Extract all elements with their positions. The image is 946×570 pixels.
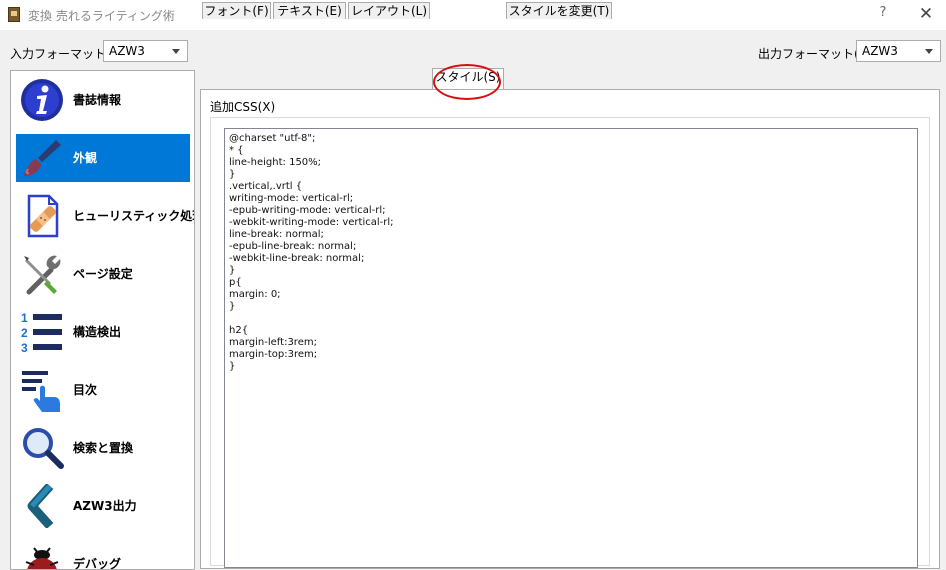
highlight-circle [433, 64, 501, 100]
sidebar-item-label: 構造検出 [73, 325, 122, 339]
extra-css-editor[interactable]: @charset "utf-8"; * {line-height: 150%;}.… [224, 128, 918, 568]
input-format-select[interactable]: AZW3 [103, 40, 188, 62]
title-bar: 変換 売れるライティング術 ? ✕ [0, 0, 946, 30]
magnifier-icon [23, 428, 64, 469]
css-line: p{ [229, 277, 242, 288]
css-line: margin-left:3rem; [229, 337, 317, 348]
sidebar-item-label: ページ設定 [73, 267, 133, 281]
sidebar-item-search-replace[interactable]: 検索と置換 [16, 424, 190, 472]
sidebar-item-label: 検索と置換 [73, 441, 134, 455]
css-line: -webkit-writing-mode: vertical-rl; [229, 217, 394, 228]
book-icon [8, 7, 20, 22]
bandage-document-icon [27, 194, 59, 238]
output-format-value: AZW3 [862, 44, 898, 58]
tab-text[interactable]: テキスト(E) [273, 2, 346, 19]
css-line: -webkit-line-break: normal; [229, 253, 365, 264]
chevron-down-icon [925, 49, 933, 54]
tab-layout[interactable]: レイアウト(L) [348, 2, 430, 19]
sidebar-item-azw3-output[interactable]: AZW3出力 [16, 482, 190, 530]
input-format-value: AZW3 [109, 44, 145, 58]
tab-transform-styles[interactable]: スタイルを変更(T) [506, 2, 612, 19]
sidebar-item-label: 書誌情報 [73, 93, 122, 107]
info-icon [21, 79, 63, 121]
css-line: h2{ [229, 325, 249, 336]
paintbrush-icon [24, 140, 61, 177]
css-line: line-height: 150%; [229, 157, 322, 168]
css-line: } [229, 361, 236, 372]
css-line: writing-mode: vertical-rl; [229, 193, 354, 204]
numbered-list-icon: 1 2 3 [21, 311, 62, 354]
css-line: .vertical,.vrtl { [229, 181, 303, 192]
tab-fonts[interactable]: フォント(F) [202, 2, 271, 19]
sidebar-item-page-setup[interactable]: ページ設定 [16, 250, 190, 298]
sidebar-item-toc[interactable]: 目次 [16, 366, 190, 414]
css-line: line-break: normal; [229, 229, 324, 240]
css-line: @charset "utf-8"; [229, 133, 316, 144]
sidebar-item-heuristics[interactable]: ヒューリスティック処理 [16, 192, 194, 240]
sidebar-item-look-and-feel[interactable]: 外観 [16, 134, 190, 182]
css-line: } [229, 169, 236, 180]
css-line: } [229, 301, 236, 312]
chevron-left-icon [27, 484, 54, 528]
svg-text:1: 1 [21, 311, 28, 325]
svg-text:2: 2 [21, 326, 28, 340]
tools-icon [24, 255, 61, 295]
css-line: } [229, 265, 236, 276]
sidebar-item-label: 外観 [73, 151, 98, 165]
chevron-down-icon [172, 49, 180, 54]
toc-pointer-icon [22, 371, 60, 412]
sidebar-item-metadata[interactable]: 書誌情報 [16, 76, 190, 124]
svg-text:3: 3 [21, 341, 28, 354]
window-title: 変換 売れるライティング術 [28, 9, 175, 23]
sidebar: 書誌情報 外観 ヒューリスティック処理 ページ設定 1 2 3 構造検出 目次 … [10, 70, 195, 570]
sidebar-item-label: ヒューリスティック処理 [73, 209, 195, 223]
css-line: -epub-line-break: normal; [229, 241, 357, 252]
help-button[interactable]: ? [872, 5, 894, 25]
css-line: margin-top:3rem; [229, 349, 318, 360]
sidebar-item-label: デバッグ [73, 557, 122, 570]
extra-css-label: 追加CSS(X) [210, 100, 276, 114]
css-line: margin: 0; [229, 289, 281, 300]
css-line: -epub-writing-mode: vertical-rl; [229, 205, 386, 216]
sidebar-item-structure-detection[interactable]: 1 2 3 構造検出 [16, 308, 190, 356]
sidebar-item-label: 目次 [73, 383, 98, 397]
sidebar-item-label: AZW3出力 [73, 499, 137, 513]
css-line: * { [229, 145, 244, 156]
close-button[interactable]: ✕ [914, 4, 938, 26]
output-format-select[interactable]: AZW3 [856, 40, 941, 62]
